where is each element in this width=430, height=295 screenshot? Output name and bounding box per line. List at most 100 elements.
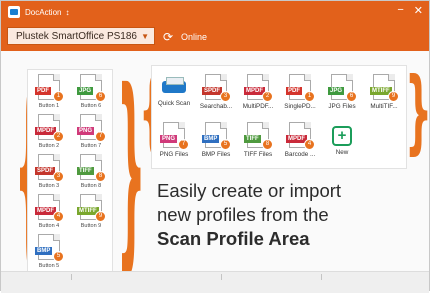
profile-label: MultiPDF... bbox=[242, 103, 274, 110]
pdf-file-icon: PDF 1 bbox=[35, 74, 64, 102]
button-label: Button 7 bbox=[80, 143, 102, 149]
png-file-icon: PNG 7 bbox=[77, 114, 106, 142]
hardware-button-5[interactable]: BMP 5 Button 5 bbox=[30, 234, 68, 269]
button-number-badge: 2 bbox=[262, 91, 273, 102]
button-number-badge: 8 bbox=[262, 139, 273, 150]
hardware-button-1[interactable]: PDF 1 Button 1 bbox=[30, 74, 68, 109]
button-label: Button 4 bbox=[38, 223, 60, 229]
status-strip bbox=[1, 271, 429, 293]
profile-label: JPG Files bbox=[328, 103, 356, 110]
button-number-badge: 1 bbox=[53, 91, 64, 102]
profile-label: MultiTIF... bbox=[370, 103, 398, 110]
format-tag: TIFF bbox=[77, 167, 94, 175]
scanner-dropdown[interactable]: Plustek SmartOffice PS186 ▼ bbox=[7, 27, 155, 45]
hardware-button-2[interactable]: MPDF 2 Button 2 bbox=[30, 114, 68, 149]
button-label: Button 2 bbox=[38, 143, 60, 149]
button-number-badge: 9 bbox=[388, 91, 399, 102]
mpdf-file-icon: MPDF 2 bbox=[35, 114, 64, 142]
bmp-file-icon: BMP 5 bbox=[35, 234, 64, 262]
spdf-file-icon: SPDF 3 bbox=[35, 154, 64, 182]
format-tag: SPDF bbox=[202, 87, 223, 95]
bmp-file-icon: BMP 5 bbox=[202, 122, 231, 150]
menu-icon[interactable]: ↕ bbox=[65, 8, 69, 17]
button-number-badge: 4 bbox=[53, 211, 64, 222]
profile-label: Searchab... bbox=[199, 103, 233, 110]
button-number-badge: 3 bbox=[220, 91, 231, 102]
button-number-badge: 2 bbox=[53, 131, 64, 142]
button-label: Button 8 bbox=[80, 183, 102, 189]
profile-spdf[interactable]: SPDF 3 Searchab... bbox=[196, 74, 236, 110]
pdf-file-icon: PDF 1 bbox=[286, 74, 315, 102]
scanner-name: Plustek SmartOffice PS186 bbox=[16, 30, 137, 42]
format-tag: BMP bbox=[35, 247, 53, 255]
format-tag: PDF bbox=[35, 87, 51, 95]
app-title: DocAction bbox=[25, 7, 62, 17]
mpdf-file-icon: MPDF 2 bbox=[244, 74, 273, 102]
profile-mtiff[interactable]: MTIFF 9 MultiTIF... bbox=[364, 74, 404, 110]
app-logo-icon bbox=[8, 6, 20, 18]
format-tag: JPG bbox=[328, 87, 345, 95]
hardware-button-3[interactable]: SPDF 3 Button 3 bbox=[30, 154, 68, 189]
format-tag: TIFF bbox=[244, 135, 261, 143]
new-profile-button[interactable]: + New bbox=[322, 122, 362, 156]
tiff-file-icon: TIFF 8 bbox=[244, 122, 273, 150]
quick-scan-profile[interactable]: Quick Scan bbox=[154, 74, 194, 107]
mtiff-file-icon: MTIFF 9 bbox=[370, 74, 399, 102]
minimize-button[interactable]: − bbox=[397, 4, 403, 17]
button-number-badge: 5 bbox=[53, 251, 64, 262]
profile-label: Barcode ... bbox=[284, 151, 316, 158]
docaction-window: DocAction ↕ − ✕ Plustek SmartOffice PS18… bbox=[0, 0, 430, 293]
jpg-file-icon: JPG 6 bbox=[328, 74, 357, 102]
format-tag: JPG bbox=[77, 87, 94, 95]
profile-jpg[interactable]: JPG 6 JPG Files bbox=[322, 74, 362, 110]
button-panel: PDF 1 Button 1 JPG 6 Button 6 MPDF 2 Button 2 PNG… bbox=[27, 69, 113, 277]
button-number-badge: 6 bbox=[95, 91, 106, 102]
tiff-file-icon: TIFF 8 bbox=[77, 154, 106, 182]
profile-mpdf[interactable]: MPDF 4 Barcode ... bbox=[280, 122, 320, 158]
close-button[interactable]: ✕ bbox=[414, 4, 423, 17]
profile-tiff[interactable]: TIFF 8 TIFF Files bbox=[238, 122, 278, 158]
jpg-file-icon: JPG 6 bbox=[77, 74, 106, 102]
hardware-button-7[interactable]: PNG 7 Button 7 bbox=[72, 114, 110, 149]
hardware-button-6[interactable]: JPG 6 Button 6 bbox=[72, 74, 110, 109]
profile-label: SinglePD... bbox=[284, 103, 316, 110]
button-number-badge: 1 bbox=[304, 91, 315, 102]
hardware-button-8[interactable]: TIFF 8 Button 8 bbox=[72, 154, 110, 189]
profile-pdf[interactable]: PDF 1 SinglePD... bbox=[280, 74, 320, 110]
tagline-line-1: Easily create or import bbox=[157, 180, 342, 201]
format-tag: SPDF bbox=[35, 167, 56, 175]
profile-label: BMP Files bbox=[201, 151, 231, 158]
mtiff-file-icon: MTIFF 9 bbox=[77, 194, 106, 222]
button-number-badge: 8 bbox=[95, 171, 106, 182]
button-label: Button 9 bbox=[80, 223, 102, 229]
tagline: Easily create or import new profiles fro… bbox=[157, 179, 341, 251]
refresh-icon[interactable]: ⟳ bbox=[163, 31, 173, 43]
format-tag: PDF bbox=[286, 87, 302, 95]
profile-mpdf[interactable]: MPDF 2 MultiPDF... bbox=[238, 74, 278, 110]
format-tag: BMP bbox=[202, 135, 220, 143]
scanner-bar: Plustek SmartOffice PS186 ▼ ⟳ Online bbox=[1, 23, 429, 51]
profile-label: Quick Scan bbox=[157, 100, 191, 107]
format-tag: PNG bbox=[77, 127, 95, 135]
divider bbox=[71, 274, 72, 280]
chevron-down-icon: ▼ bbox=[141, 32, 149, 41]
divider bbox=[321, 274, 322, 280]
profile-label: PNG Files bbox=[159, 151, 189, 158]
button-number-badge: 9 bbox=[95, 211, 106, 222]
button-label: Button 3 bbox=[38, 183, 60, 189]
button-number-badge: 7 bbox=[95, 131, 106, 142]
right-bracket-close: } bbox=[405, 57, 430, 164]
button-label: Button 6 bbox=[80, 103, 102, 109]
hardware-button-9[interactable]: MTIFF 9 Button 9 bbox=[72, 194, 110, 229]
button-number-badge: 6 bbox=[346, 91, 357, 102]
format-tag: PNG bbox=[160, 135, 178, 143]
button-number-badge: 3 bbox=[53, 171, 64, 182]
hardware-button-4[interactable]: MPDF 4 Button 4 bbox=[30, 194, 68, 229]
button-number-badge: 4 bbox=[304, 139, 315, 150]
profile-png[interactable]: PNG 7 PNG Files bbox=[154, 122, 194, 158]
profile-label: New bbox=[335, 149, 349, 156]
mpdf-file-icon: MPDF 4 bbox=[286, 122, 315, 150]
button-label: Button 5 bbox=[38, 263, 60, 269]
profile-bmp[interactable]: BMP 5 BMP Files bbox=[196, 122, 236, 158]
scan-profile-area: Quick Scan SPDF 3 Searchab... MPDF 2 MultiPDF.… bbox=[151, 65, 407, 169]
